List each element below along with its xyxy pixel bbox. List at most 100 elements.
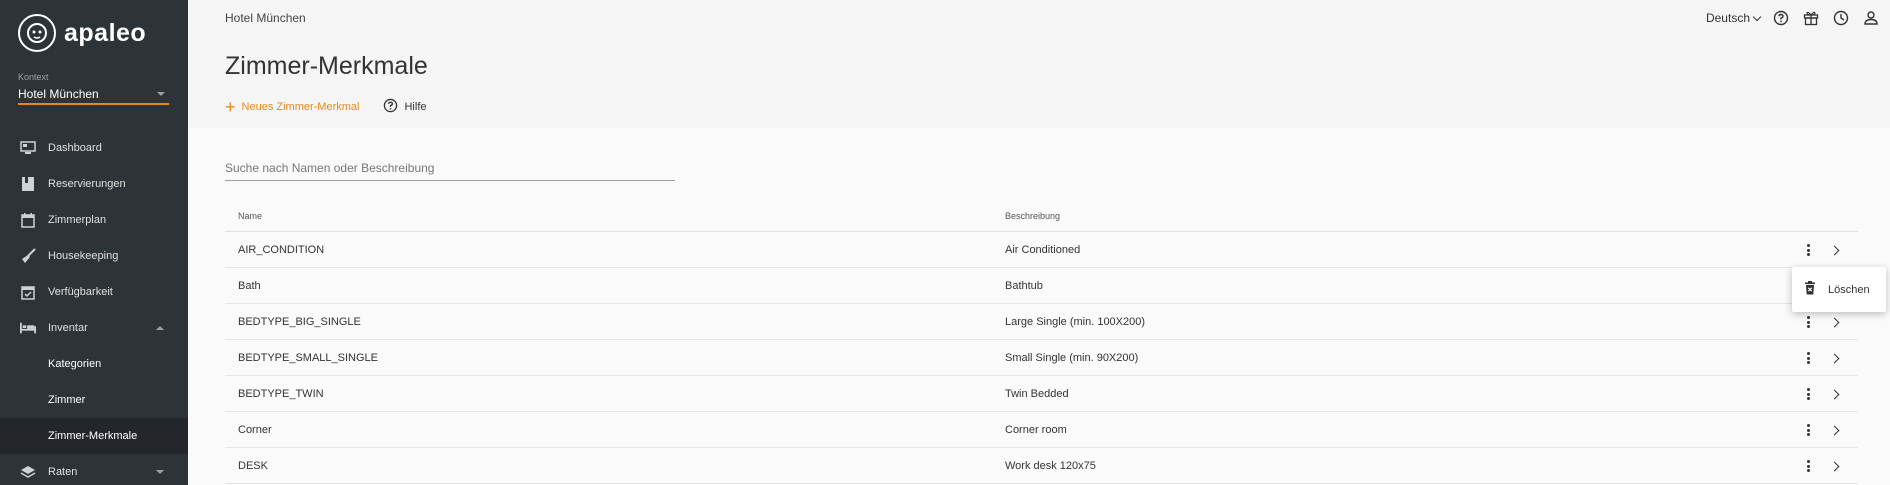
language-label: Deutsch — [1705, 11, 1750, 25]
clock-icon[interactable] — [1832, 9, 1850, 27]
sidebar-item-label: Inventar — [48, 322, 88, 334]
page-title: Zimmer-Merkmale — [225, 52, 428, 80]
sidebar-item-label: Housekeeping — [48, 250, 119, 262]
chevron-right-icon[interactable] — [1829, 425, 1840, 435]
book-icon — [20, 176, 36, 192]
gift-icon[interactable] — [1802, 9, 1820, 27]
cell-description: Work desk 120x75 — [1005, 459, 1096, 472]
table-row[interactable]: DESK Work desk 120x75 — [225, 448, 1858, 484]
cell-description: Bathtub — [1005, 279, 1043, 292]
layers-icon — [20, 464, 36, 480]
sidebar-nav: Dashboard Reservierungen Zimmerplan Hous… — [0, 130, 188, 485]
more-vert-icon[interactable] — [1801, 350, 1815, 366]
sidebar: apaleo Kontext Hotel München Dashboard R… — [0, 0, 188, 485]
cell-description: Twin Bedded — [1005, 387, 1069, 400]
more-vert-icon[interactable] — [1801, 458, 1815, 474]
cell-description: Large Single (min. 100X200) — [1005, 315, 1146, 328]
chevron-right-icon[interactable] — [1829, 353, 1840, 363]
sidebar-subitem-kategorien[interactable]: Kategorien — [0, 346, 188, 382]
cell-name: DESK — [238, 459, 268, 472]
cell-description: Air Conditioned — [1005, 243, 1081, 256]
table-row[interactable]: BEDTYPE_TWIN Twin Bedded — [225, 376, 1858, 412]
column-header-name[interactable]: Name — [225, 211, 1005, 221]
sidebar-item-label: Dashboard — [48, 142, 102, 154]
cell-name: BEDTYPE_TWIN — [238, 387, 324, 400]
delete-menu-item[interactable]: Löschen — [1804, 281, 1870, 298]
context-select[interactable]: Hotel München — [18, 85, 169, 105]
context-label: Kontext — [18, 72, 49, 82]
sidebar-item-inventar[interactable]: Inventar — [0, 310, 188, 346]
new-feature-button[interactable]: + Neues Zimmer-Merkmal — [225, 98, 359, 116]
new-feature-label: Neues Zimmer-Merkmal — [241, 101, 360, 113]
caret-down-icon — [157, 92, 165, 96]
table-row[interactable]: BEDTYPE_BIG_SINGLE Large Single (min. 10… — [225, 304, 1858, 340]
caret-up-icon — [156, 326, 164, 330]
sidebar-item-raten[interactable]: Raten — [0, 454, 188, 485]
content-panel: Name Beschreibung AIR_CONDITION Air Cond… — [188, 128, 1890, 485]
sidebar-item-zimmerplan[interactable]: Zimmerplan — [0, 202, 188, 238]
sidebar-item-label: Zimmerplan — [48, 214, 107, 226]
row-actions — [1801, 448, 1842, 484]
chevron-right-icon[interactable] — [1829, 317, 1840, 327]
table-header: Name Beschreibung — [225, 200, 1858, 232]
help-label: Hilfe — [404, 101, 427, 113]
help-icon[interactable] — [1772, 9, 1790, 27]
chevron-right-icon[interactable] — [1829, 461, 1840, 471]
sidebar-subitem-zimmer[interactable]: Zimmer — [0, 382, 188, 418]
row-actions — [1801, 232, 1842, 268]
more-vert-icon[interactable] — [1801, 386, 1815, 402]
caret-down-icon — [156, 470, 164, 474]
trash-icon — [1804, 281, 1816, 298]
brand-name: apaleo — [64, 18, 147, 47]
chevron-right-icon[interactable] — [1829, 245, 1840, 255]
logo[interactable]: apaleo — [18, 14, 146, 52]
calendar-icon — [20, 212, 36, 228]
more-vert-icon[interactable] — [1801, 242, 1815, 258]
calendar-check-icon — [20, 284, 36, 300]
chevron-right-icon[interactable] — [1829, 389, 1840, 399]
table-row[interactable]: Bath Bathtub — [225, 268, 1858, 304]
cell-name: Bath — [238, 279, 261, 292]
sidebar-item-label: Verfügbarkeit — [48, 286, 113, 298]
sidebar-item-reservierungen[interactable]: Reservierungen — [0, 166, 188, 202]
search-field[interactable] — [225, 155, 675, 181]
search-input[interactable] — [225, 160, 675, 175]
help-button[interactable]: Hilfe — [383, 98, 427, 116]
sidebar-item-label: Raten — [48, 466, 78, 478]
language-selector[interactable]: Deutsch — [1705, 11, 1762, 25]
row-actions — [1801, 376, 1842, 412]
table-row[interactable]: Corner Corner room — [225, 412, 1858, 448]
user-icon[interactable] — [1862, 9, 1880, 27]
table-row[interactable]: AIR_CONDITION Air Conditioned — [225, 232, 1858, 268]
context-value: Hotel München — [18, 87, 99, 101]
column-header-description[interactable]: Beschreibung — [1005, 211, 1705, 221]
lion-logo-icon — [18, 14, 56, 52]
more-vert-icon[interactable] — [1801, 314, 1815, 330]
dashboard-icon — [20, 140, 36, 156]
chevron-down-icon — [1752, 12, 1762, 21]
breadcrumb[interactable]: Hotel München — [225, 11, 306, 25]
more-vert-icon[interactable] — [1801, 422, 1815, 438]
cell-name: AIR_CONDITION — [238, 243, 325, 256]
sidebar-subitem-zimmer-merkmale[interactable]: Zimmer-Merkmale — [0, 418, 188, 454]
bed-icon — [20, 320, 36, 336]
cell-description: Corner room — [1005, 423, 1067, 436]
row-actions — [1801, 340, 1842, 376]
page-actions: + Neues Zimmer-Merkmal Hilfe — [225, 98, 427, 116]
sidebar-item-housekeeping[interactable]: Housekeeping — [0, 238, 188, 274]
row-context-menu: Löschen — [1792, 267, 1886, 312]
features-table: Name Beschreibung AIR_CONDITION Air Cond… — [225, 200, 1858, 484]
plus-icon: + — [225, 97, 236, 117]
cell-description: Small Single (min. 90X200) — [1005, 351, 1139, 364]
top-actions: Deutsch — [1706, 9, 1880, 27]
context-selector[interactable]: Kontext Hotel München — [18, 72, 169, 105]
delete-label: Löschen — [1828, 283, 1870, 296]
cell-name: BEDTYPE_SMALL_SINGLE — [238, 351, 379, 364]
sidebar-item-verfuegbarkeit[interactable]: Verfügbarkeit — [0, 274, 188, 310]
row-actions — [1801, 412, 1842, 448]
help-circle-icon — [383, 98, 398, 116]
broom-icon — [20, 248, 36, 264]
sidebar-item-dashboard[interactable]: Dashboard — [0, 130, 188, 166]
table-row[interactable]: BEDTYPE_SMALL_SINGLE Small Single (min. … — [225, 340, 1858, 376]
cell-name: Corner — [238, 423, 272, 436]
